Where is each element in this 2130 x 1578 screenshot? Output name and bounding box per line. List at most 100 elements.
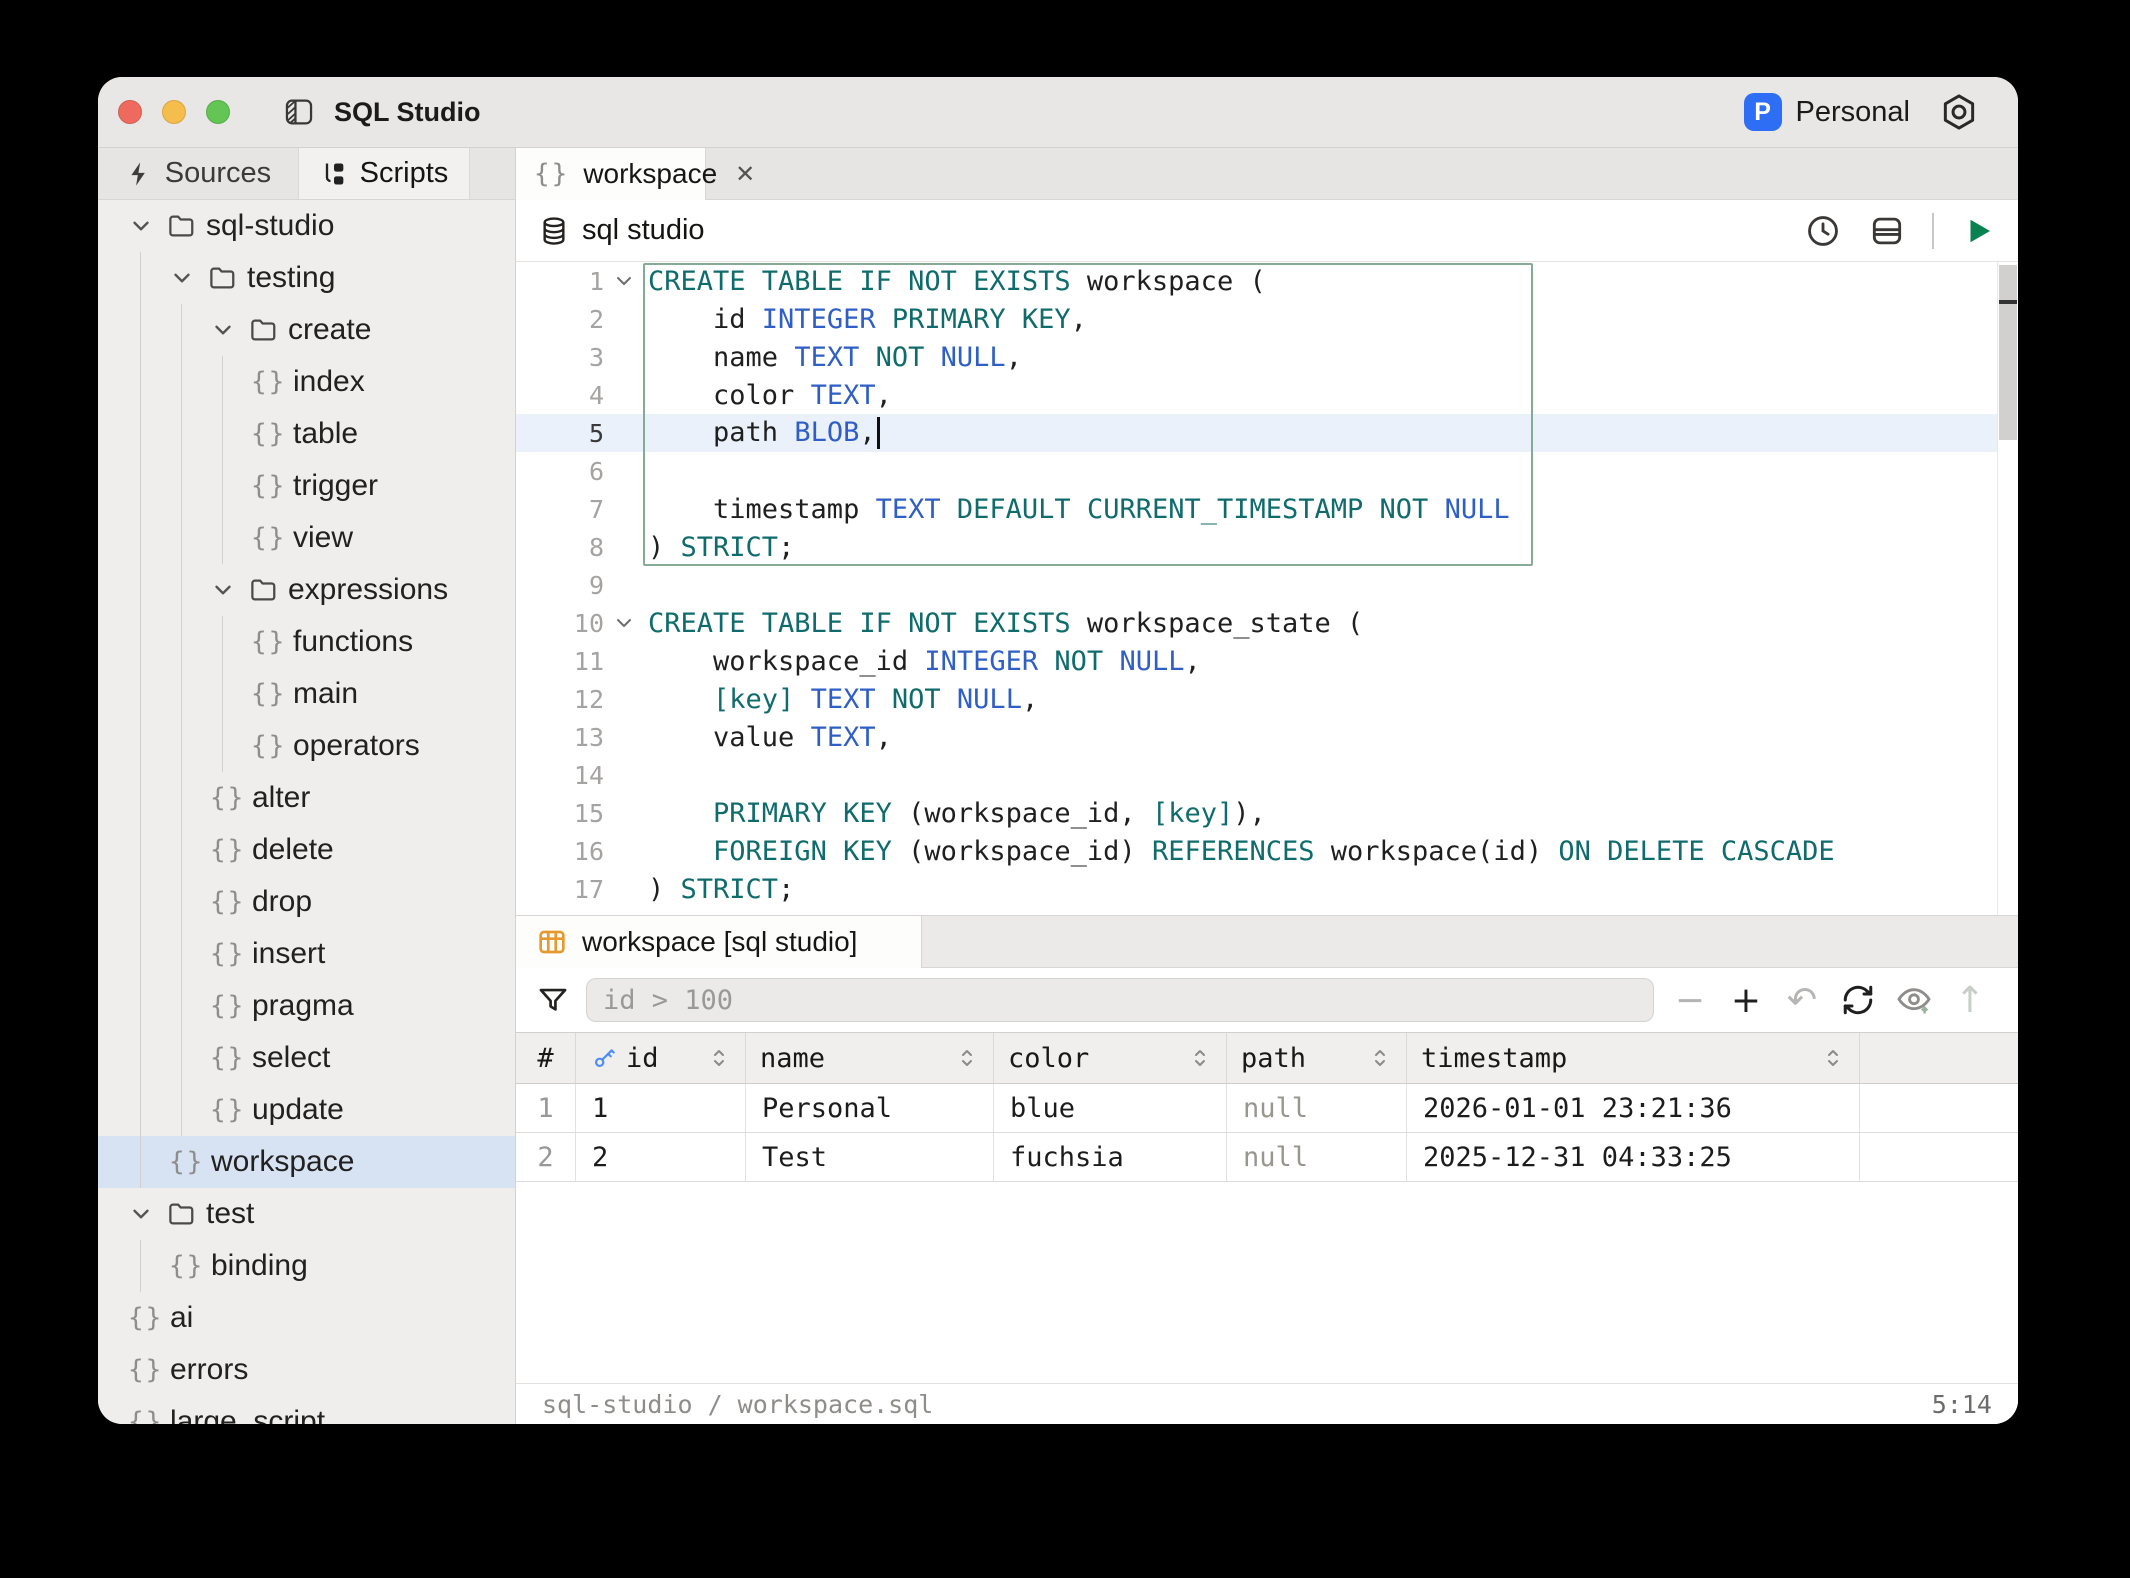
sort-icon[interactable] <box>955 1045 979 1071</box>
cell-name[interactable]: Test <box>746 1133 994 1181</box>
cell-path[interactable]: null <box>1227 1084 1407 1132</box>
tab-sources[interactable]: Sources <box>98 148 298 199</box>
table-row[interactable]: 1 1 Personal blue null 2026-01-01 23:21:36 <box>516 1084 2018 1133</box>
profile-name[interactable]: Personal <box>1796 96 1910 129</box>
tree-item-errors[interactable]: {} errors <box>98 1344 515 1396</box>
tree-item-drop[interactable]: {} drop <box>98 876 515 928</box>
column-header-id[interactable]: id <box>576 1033 746 1083</box>
tree-item-ai[interactable]: {} ai <box>98 1292 515 1344</box>
preview-changes-eye-icon[interactable] <box>1894 981 1934 1019</box>
chevron-down-icon[interactable] <box>169 265 195 291</box>
code-line-8[interactable]: 8) STRICT; <box>516 528 2018 566</box>
tree-item-label: insert <box>252 937 326 970</box>
editor-tab-workspace[interactable]: {} workspace ✕ <box>516 148 755 200</box>
cell-timestamp[interactable]: 2025-12-31 04:33:25 <box>1407 1133 1860 1181</box>
refresh-icon[interactable] <box>1838 982 1878 1018</box>
add-row-icon[interactable]: + <box>1726 980 1766 1021</box>
chevron-down-icon[interactable] <box>210 317 236 343</box>
tree-item-workspace[interactable]: {} workspace <box>98 1136 515 1188</box>
settings-gear-icon[interactable] <box>1938 91 1980 133</box>
cell-path[interactable]: null <box>1227 1133 1407 1181</box>
code-line-2[interactable]: 2 id INTEGER PRIMARY KEY, <box>516 300 2018 338</box>
close-window-button[interactable] <box>118 100 142 124</box>
chevron-down-icon[interactable] <box>128 213 154 239</box>
commit-up-icon[interactable]: ↑ <box>1950 980 1990 1021</box>
tree-item-update[interactable]: {} update <box>98 1084 515 1136</box>
column-header-color[interactable]: color <box>994 1033 1227 1083</box>
code-line-1[interactable]: 1 CREATE TABLE IF NOT EXISTS workspace ( <box>516 262 2018 300</box>
column-header-#: # <box>516 1033 576 1083</box>
cell-id[interactable]: 2 <box>576 1133 746 1181</box>
results-tab-workspace[interactable]: workspace [sql studio] <box>516 916 922 968</box>
tree-item-trigger[interactable]: {} trigger <box>98 460 515 512</box>
column-header-name[interactable]: name <box>746 1033 994 1083</box>
tree-item-table[interactable]: {} table <box>98 408 515 460</box>
code-line-17[interactable]: 17) STRICT; <box>516 870 2018 908</box>
tree-item-expressions[interactable]: expressions <box>98 564 515 616</box>
sort-icon[interactable] <box>1368 1045 1392 1071</box>
database-name[interactable]: sql studio <box>582 214 705 247</box>
fold-chevron-icon[interactable] <box>610 611 638 635</box>
tree-item-insert[interactable]: {} insert <box>98 928 515 980</box>
code-line-5[interactable]: 5 path BLOB, <box>516 414 2018 452</box>
tree-item-binding[interactable]: {} binding <box>98 1240 515 1292</box>
tree-item-large_script[interactable]: {} large_script <box>98 1396 515 1424</box>
cell-id[interactable]: 1 <box>576 1084 746 1132</box>
tab-scripts[interactable]: Scripts <box>298 148 470 199</box>
code-line-6[interactable]: 6 <box>516 452 2018 490</box>
filter-input[interactable] <box>586 978 1654 1022</box>
code-line-4[interactable]: 4 color TEXT, <box>516 376 2018 414</box>
remove-row-icon[interactable]: − <box>1670 980 1710 1021</box>
tree-item-operators[interactable]: {} operators <box>98 720 515 772</box>
code-line-15[interactable]: 15 PRIMARY KEY (workspace_id, [key]), <box>516 794 2018 832</box>
tree-item-view[interactable]: {} view <box>98 512 515 564</box>
indent-guide <box>140 252 141 1188</box>
history-clock-icon[interactable] <box>1804 212 1842 250</box>
code-line-12[interactable]: 12 [key] TEXT NOT NULL, <box>516 680 2018 718</box>
tree-item-delete[interactable]: {} delete <box>98 824 515 876</box>
zoom-window-button[interactable] <box>206 100 230 124</box>
column-header-path[interactable]: path <box>1227 1033 1407 1083</box>
minimize-window-button[interactable] <box>162 100 186 124</box>
fold-chevron-icon[interactable] <box>610 269 638 293</box>
sort-icon[interactable] <box>1821 1045 1845 1071</box>
close-tab-icon[interactable]: ✕ <box>735 160 755 189</box>
tree-item-create[interactable]: create <box>98 304 515 356</box>
scrollbar-thumb[interactable] <box>1999 265 2017 440</box>
code-line-11[interactable]: 11 workspace_id INTEGER NOT NULL, <box>516 642 2018 680</box>
table-row[interactable]: 2 2 Test fuchsia null 2025-12-31 04:33:25 <box>516 1133 2018 1182</box>
cell-color[interactable]: blue <box>994 1084 1227 1132</box>
tree-item-pragma[interactable]: {} pragma <box>98 980 515 1032</box>
code-line-14[interactable]: 14 <box>516 756 2018 794</box>
column-header-timestamp[interactable]: timestamp <box>1407 1033 1860 1083</box>
editor-scrollbar[interactable] <box>1997 262 2018 915</box>
code-line-3[interactable]: 3 name TEXT NOT NULL, <box>516 338 2018 376</box>
code-line-13[interactable]: 13 value TEXT, <box>516 718 2018 756</box>
code-line-16[interactable]: 16 FOREIGN KEY (workspace_id) REFERENCES… <box>516 832 2018 870</box>
cell-timestamp[interactable]: 2026-01-01 23:21:36 <box>1407 1084 1860 1132</box>
code-line-7[interactable]: 7 timestamp TEXT DEFAULT CURRENT_TIMESTA… <box>516 490 2018 528</box>
tree-item-alter[interactable]: {} alter <box>98 772 515 824</box>
cell-color[interactable]: fuchsia <box>994 1133 1227 1181</box>
tree-item-sql-studio[interactable]: sql-studio <box>98 200 515 252</box>
code-editor[interactable]: 1 CREATE TABLE IF NOT EXISTS workspace (2… <box>516 262 2018 915</box>
tree-item-select[interactable]: {} select <box>98 1032 515 1084</box>
tree-item-test[interactable]: test <box>98 1188 515 1240</box>
sort-icon[interactable] <box>1188 1045 1212 1071</box>
braces-icon: {} <box>128 1303 164 1333</box>
tree-item-index[interactable]: {} index <box>98 356 515 408</box>
code-line-9[interactable]: 9 <box>516 566 2018 604</box>
cell-name[interactable]: Personal <box>746 1084 994 1132</box>
sort-icon[interactable] <box>707 1045 731 1071</box>
undo-icon[interactable]: ↶ <box>1782 980 1822 1021</box>
profile-badge[interactable]: P <box>1743 93 1782 131</box>
chevron-down-icon[interactable] <box>128 1201 154 1227</box>
tree-item-functions[interactable]: {} functions <box>98 616 515 668</box>
results-tab-label: workspace [sql studio] <box>582 926 858 957</box>
tree-item-testing[interactable]: testing <box>98 252 515 304</box>
split-panel-icon[interactable] <box>1868 212 1906 250</box>
run-query-icon[interactable] <box>1960 213 1996 249</box>
code-line-10[interactable]: 10 CREATE TABLE IF NOT EXISTS workspace_s… <box>516 604 2018 642</box>
tree-item-main[interactable]: {} main <box>98 668 515 720</box>
chevron-down-icon[interactable] <box>210 577 236 603</box>
